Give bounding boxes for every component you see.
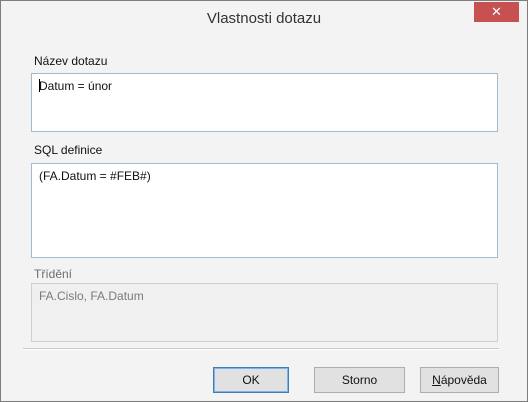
sorting-label: Třídění: [34, 267, 73, 281]
sql-definition-field[interactable]: (FA.Datum = #FEB#): [31, 163, 498, 258]
close-button[interactable]: ✕: [474, 2, 519, 22]
query-name-value: Datum = únor: [39, 79, 113, 93]
close-icon: ✕: [491, 4, 502, 19]
ok-button[interactable]: OK: [213, 367, 289, 393]
sorting-field: FA.Cislo, FA.Datum: [31, 283, 498, 342]
help-label: ápověda: [440, 373, 487, 387]
sorting-value: FA.Cislo, FA.Datum: [39, 289, 144, 303]
cancel-button[interactable]: Storno: [314, 367, 405, 393]
button-separator: [23, 348, 499, 350]
query-properties-dialog: Vlastnosti dotazu ✕ Název dotazu Datum =…: [0, 0, 528, 402]
help-button[interactable]: Nápověda: [420, 367, 499, 393]
query-name-field[interactable]: Datum = únor: [31, 73, 498, 132]
sql-definition-value: (FA.Datum = #FEB#): [39, 169, 151, 183]
sql-definition-label: SQL definice: [34, 143, 103, 157]
dialog-title: Vlastnosti dotazu: [206, 10, 322, 27]
query-name-label: Název dotazu: [34, 54, 108, 68]
help-mnemonic: N: [432, 373, 441, 387]
title-bar[interactable]: Vlastnosti dotazu ✕: [1, 1, 527, 38]
